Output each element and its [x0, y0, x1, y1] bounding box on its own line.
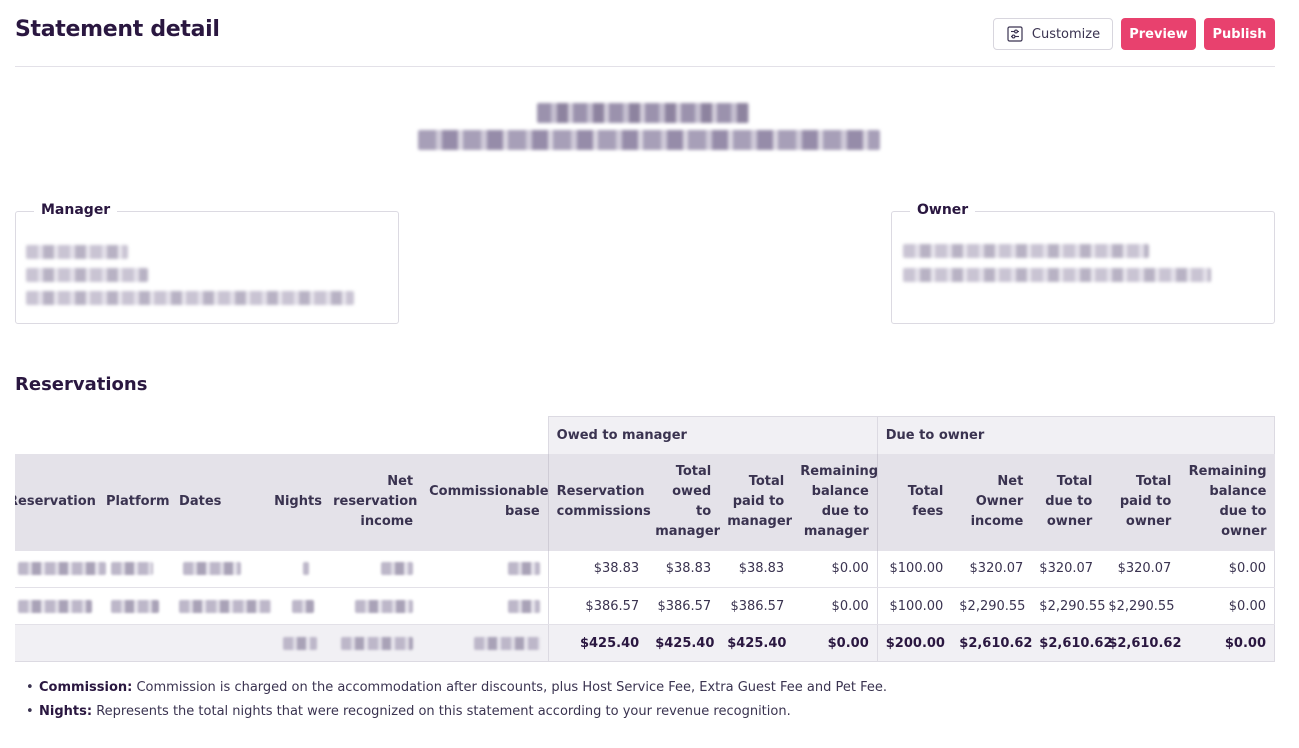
cell-reservation-commissions: $386.57 [547, 587, 648, 625]
col-total-owed-to-manager[interactable]: Total owed to manager [647, 453, 720, 551]
redacted-cell [325, 587, 422, 625]
col-dates[interactable]: Dates [171, 453, 267, 551]
col-net-reservation-income[interactable]: Net reservation income [325, 453, 422, 551]
table-row[interactable]: $386.57 $386.57 $386.57 $0.00 $100.00 $2… [15, 587, 1275, 625]
col-total-paid-to-owner[interactable]: Total paid to owner [1100, 453, 1180, 551]
cell-total-fees: $100.00 [876, 587, 952, 625]
owner-box: Owner [891, 202, 1275, 324]
cell-total-paid-owner: $2,290.55 [1100, 587, 1180, 625]
cell-total-owed: $38.83 [647, 550, 720, 588]
col-remaining-balance-owner[interactable]: Remaining balance due to owner [1179, 453, 1275, 551]
reservations-table: Owed to manager Due to owner Reservation… [15, 416, 1275, 662]
col-platform[interactable]: Platform [98, 453, 172, 551]
redacted-cell [266, 587, 326, 625]
footnote-commission: Commission: Commission is charged on the… [24, 679, 887, 696]
redacted-cell [98, 587, 172, 625]
col-remaining-balance-manager[interactable]: Remaining balance due to manager [792, 453, 878, 551]
group-owed-to-manager: Owed to manager [547, 416, 878, 454]
column-header-row: Reservation Platform Dates Nights Net re… [15, 453, 1275, 551]
cell-remaining-manager: $0.00 [792, 550, 878, 588]
redacted-cell [98, 550, 172, 588]
cell-total-due-owner: $2,290.55 [1031, 587, 1105, 625]
redacted-owner-line [903, 268, 1211, 282]
redacted-manager-line [26, 268, 148, 282]
group-header-row: Owed to manager Due to owner [15, 416, 1275, 454]
footnote-nights: Nights: Represents the total nights that… [24, 703, 887, 720]
col-net-owner-income[interactable]: Net Owner income [951, 453, 1032, 551]
footnote-text: Represents the total nights that were re… [92, 704, 791, 719]
cell-net-owner: $2,290.55 [951, 587, 1032, 625]
page-title: Statement detail [15, 17, 220, 42]
col-nights[interactable]: Nights [266, 453, 326, 551]
cell-total-owed: $386.57 [647, 587, 720, 625]
customize-button[interactable]: Customize [993, 18, 1113, 50]
redacted-cell [266, 550, 326, 588]
cell-net-owner: $320.07 [951, 550, 1032, 588]
redacted-cell [325, 624, 422, 662]
owner-legend: Owner [910, 202, 976, 218]
cell-reservation-commissions: $38.83 [547, 550, 648, 588]
cell-total-paid-manager: $38.83 [719, 550, 793, 588]
group-due-to-owner: Due to owner [876, 416, 1275, 454]
total-net-owner: $2,610.62 [951, 624, 1032, 662]
redacted-manager-line [26, 291, 354, 305]
publish-button[interactable]: Publish [1204, 18, 1275, 50]
cell-remaining-manager: $0.00 [792, 587, 878, 625]
total-remaining-owner: $0.00 [1179, 624, 1275, 662]
header-actions: Customize Preview Publish [993, 18, 1275, 50]
total-fees: $200.00 [876, 624, 952, 662]
footnote-text: Commission is charged on the accommodati… [132, 680, 888, 695]
redacted-cell [171, 550, 267, 588]
col-total-due-to-owner[interactable]: Total due to owner [1031, 453, 1101, 551]
redacted-cell [325, 550, 422, 588]
redacted-cell [266, 624, 326, 662]
redacted-cell [171, 587, 272, 625]
redacted-company-address [418, 130, 880, 150]
total-reservation-commissions: $425.40 [547, 624, 648, 662]
redacted-owner-line [903, 244, 1149, 258]
footnote-term: Commission: [39, 680, 133, 695]
cell-remaining-owner: $0.00 [1179, 550, 1275, 588]
totals-row: $425.40 $425.40 $425.40 $0.00 $200.00 $2… [15, 624, 1275, 662]
manager-legend: Manager [34, 202, 118, 218]
total-due-owner: $2,610.62 [1031, 624, 1113, 662]
customize-label: Customize [1031, 26, 1101, 42]
total-owed: $425.40 [647, 624, 720, 662]
total-paid-manager: $425.40 [719, 624, 793, 662]
table-row[interactable]: $38.83 $38.83 $38.83 $0.00 $100.00 $320.… [15, 550, 1275, 588]
redacted-manager-line [26, 245, 128, 259]
page-header: Statement detail Customize Preview Publi… [15, 0, 1275, 67]
redacted-cell [15, 550, 106, 588]
cell-total-paid-manager: $386.57 [719, 587, 793, 625]
cell-remaining-owner: $0.00 [1179, 587, 1275, 625]
cell-total-due-owner: $320.07 [1031, 550, 1101, 588]
total-paid-owner: $2,610.62 [1100, 624, 1182, 662]
redacted-cell [421, 624, 549, 662]
redacted-cell [15, 587, 99, 625]
redacted-company-name [537, 103, 749, 123]
redacted-cell [421, 550, 549, 588]
reservations-title: Reservations [15, 374, 148, 395]
redacted-cell [421, 587, 549, 625]
preview-button[interactable]: Preview [1121, 18, 1196, 50]
manager-box: Manager [15, 202, 399, 324]
col-total-fees[interactable]: Total fees [876, 453, 952, 551]
cell-total-fees: $100.00 [876, 550, 952, 588]
sliders-icon [1007, 26, 1023, 42]
footnote-term: Nights: [39, 704, 93, 719]
col-commissionable-base[interactable]: Commissionable base [421, 453, 549, 551]
col-total-paid-to-manager[interactable]: Total paid to manager [719, 453, 793, 551]
footnotes: Commission: Commission is charged on the… [24, 679, 887, 727]
col-reservation[interactable]: Reservation [15, 453, 99, 551]
cell-total-paid-owner: $320.07 [1100, 550, 1180, 588]
col-reservation-commissions[interactable]: Reservation commissions [547, 453, 651, 551]
total-remaining-manager: $0.00 [792, 624, 878, 662]
